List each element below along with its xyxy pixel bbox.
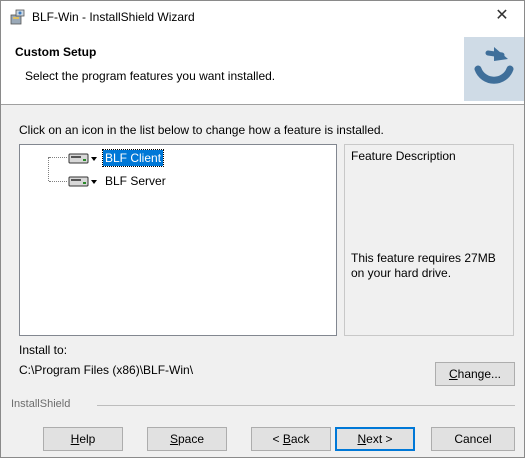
next-button[interactable]: Next >: [335, 427, 415, 451]
install-to-label: Install to:: [19, 343, 68, 357]
installshield-logo-icon: [464, 37, 524, 101]
help-button[interactable]: Help: [43, 427, 123, 451]
feature-description-panel: Feature Description This feature require…: [344, 144, 514, 336]
wizard-header: Custom Setup Select the program features…: [1, 33, 524, 105]
page-subtitle: Select the program features you want ins…: [25, 69, 276, 83]
close-icon: ✕: [495, 7, 509, 24]
feature-description-text: This feature requires 27MB on your hard …: [351, 251, 496, 280]
installshield-brand: InstallShield: [11, 398, 75, 410]
feature-item-blf-client[interactable]: BLF Client: [68, 149, 165, 167]
installer-window: BLF-Win - InstallShield Wizard ✕ Custom …: [0, 0, 525, 458]
tree-connector: [49, 157, 67, 158]
feature-label[interactable]: BLF Server: [103, 173, 168, 189]
feature-item-blf-server[interactable]: BLF Server: [68, 172, 168, 190]
brand-divider: [97, 405, 515, 406]
title-bar[interactable]: BLF-Win - InstallShield Wizard ✕: [1, 1, 524, 33]
window-title: BLF-Win - InstallShield Wizard: [32, 10, 195, 24]
installer-app-icon: [10, 9, 25, 25]
close-button[interactable]: ✕: [480, 1, 524, 33]
install-path: C:\Program Files (x86)\BLF-Win\: [19, 363, 194, 377]
feature-description-title: Feature Description: [351, 149, 456, 163]
tree-connector: [49, 181, 67, 182]
page-title: Custom Setup: [15, 45, 97, 59]
hard-drive-dropdown-icon[interactable]: [68, 151, 99, 166]
cancel-button[interactable]: Cancel: [431, 427, 515, 451]
tree-connector: [48, 157, 49, 181]
change-button[interactable]: Change...: [435, 362, 515, 386]
hard-drive-dropdown-icon[interactable]: [68, 174, 99, 189]
back-button[interactable]: < Back: [251, 427, 331, 451]
feature-tree[interactable]: BLF Client BLF Server: [19, 144, 337, 336]
feature-label[interactable]: BLF Client: [101, 149, 165, 167]
space-button[interactable]: Space: [147, 427, 227, 451]
instruction-text: Click on an icon in the list below to ch…: [19, 123, 384, 137]
